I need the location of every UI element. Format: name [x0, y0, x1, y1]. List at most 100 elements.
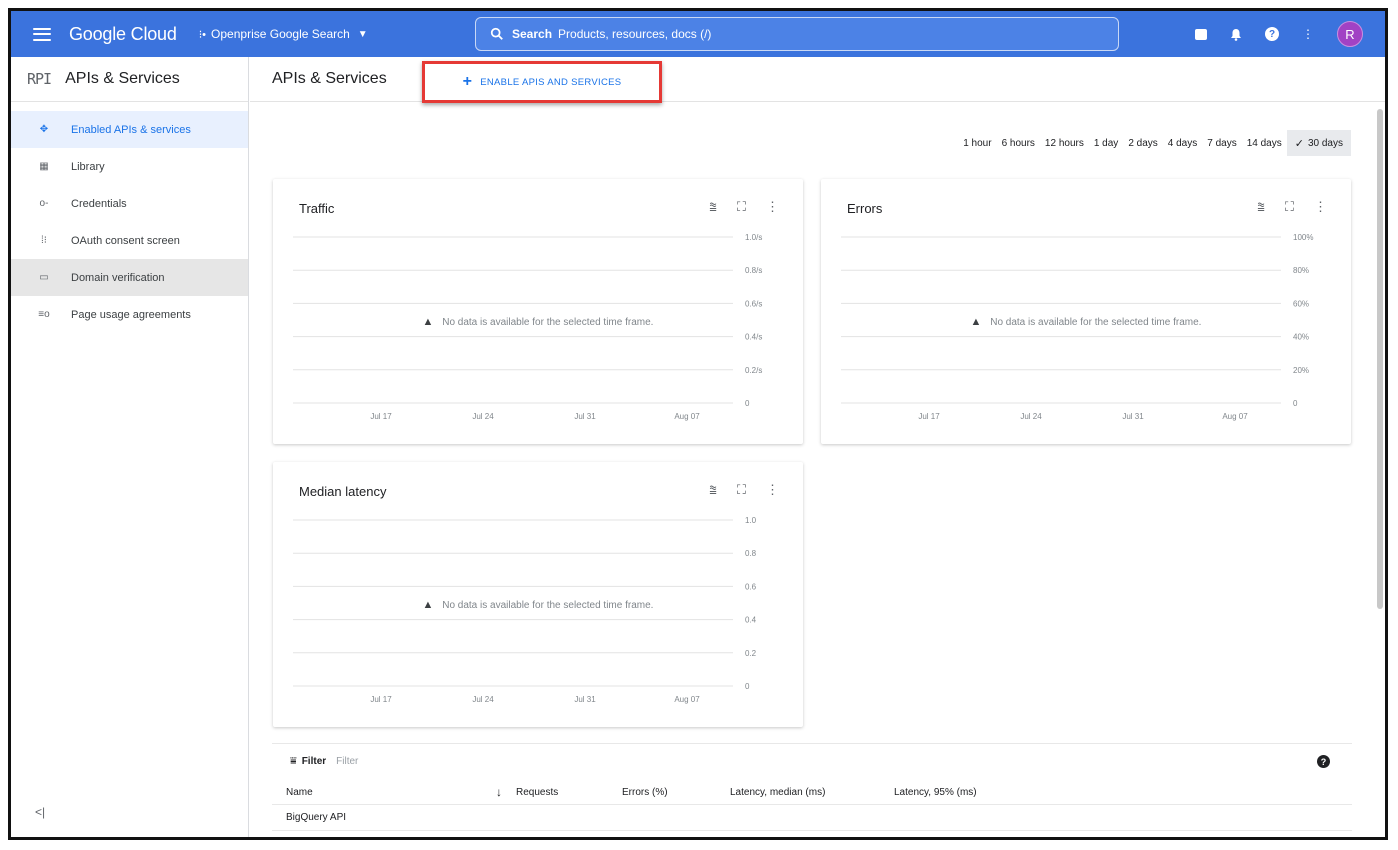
table-header: Name ↓ Requests Errors (%) Latency, medi… — [272, 779, 1352, 805]
sidebar-item-credentials[interactable]: o- Credentials — [11, 185, 248, 222]
y-tick-label: 80% — [1293, 266, 1309, 275]
no-data-message: ▲ No data is available for the selected … — [821, 316, 1351, 328]
column-header-requests[interactable]: Requests — [516, 787, 558, 798]
sidebar-item-page-usage[interactable]: ≡o Page usage agreements — [11, 296, 248, 333]
x-tick-label: Jul 24 — [472, 695, 494, 704]
sidebar-item-library[interactable]: ▦ Library — [11, 148, 248, 185]
sidebar-item-label: Credentials — [71, 197, 127, 210]
no-data-text: No data is available for the selected ti… — [442, 317, 654, 328]
sort-descending-icon[interactable]: ↓ — [496, 785, 502, 799]
menu-icon[interactable] — [33, 27, 51, 41]
column-header-errors[interactable]: Errors (%) — [622, 787, 668, 798]
key-icon: o- — [39, 198, 49, 209]
timeframe-2-days[interactable]: 2 days — [1123, 130, 1162, 156]
traffic-chart: 1.0/s 0.8/s 0.6/s 0.4/s 0.2/s 0 Jul 17 Jul 24 Ju… — [293, 233, 762, 421]
page-usage-icon: ≡o — [38, 309, 50, 320]
check-icon: ✓ — [1294, 137, 1304, 150]
more-vert-icon[interactable]: ⋮ — [766, 199, 779, 215]
cloud-shell-icon[interactable] — [1195, 28, 1207, 40]
filter-bar[interactable]: ⩸ Filter Filter ? — [272, 743, 1352, 779]
more-vert-icon[interactable]: ⋮ — [766, 482, 779, 498]
fullscreen-icon[interactable]: ⛶ — [737, 199, 746, 215]
top-bar: Google Cloud ⁝• Openprise Google Search … — [11, 11, 1385, 57]
legend-icon[interactable]: ⩰ — [1257, 199, 1265, 215]
y-tick-label: 100% — [1293, 233, 1313, 242]
y-tick-label: 0.2 — [745, 649, 757, 658]
search-input[interactable]: Search Products, resources, docs (/) — [475, 17, 1119, 51]
brand-logo[interactable]: Google Cloud — [69, 24, 177, 45]
help-icon[interactable]: ? — [1317, 755, 1330, 768]
card-title: Traffic — [299, 201, 335, 216]
main-header: APIs & Services — [250, 57, 1385, 102]
search-label: Search — [512, 27, 553, 41]
legend-icon[interactable]: ⩰ — [709, 482, 717, 498]
timeframe-6-hours[interactable]: 6 hours — [997, 130, 1040, 156]
median-latency-chart: 1.0 0.8 0.6 0.4 0.2 0 Jul 17 Jul 24 Jul 31 Aug 07 — [293, 516, 757, 704]
project-icon: ⁝• — [198, 28, 207, 41]
timeframe-30-days[interactable]: ✓ 30 days — [1286, 130, 1351, 156]
enable-apis-button[interactable]: + ENABLE APIS AND SERVICES — [422, 61, 662, 103]
timeframe-14-days[interactable]: 14 days — [1242, 130, 1287, 156]
filter-input[interactable]: Filter — [336, 756, 358, 767]
sidebar-item-enabled-apis[interactable]: ✥ Enabled APIs & services — [11, 111, 248, 148]
card-tools: ⩰ ⛶ ⋮ — [1257, 199, 1327, 215]
x-tick-label: Jul 17 — [370, 695, 392, 704]
x-tick-label: Jul 17 — [370, 412, 392, 421]
x-tick-label: Jul 24 — [472, 412, 494, 421]
no-data-text: No data is available for the selected ti… — [442, 600, 654, 611]
column-header-latency-95[interactable]: Latency, 95% (ms) — [894, 787, 977, 798]
errors-chart: 100% 80% 60% 40% 20% 0 Jul 17 Jul 24 Jul 31 Aug 0… — [841, 233, 1313, 421]
warning-icon: ▲ — [970, 316, 982, 328]
card-title: Median latency — [299, 484, 387, 499]
search-icon — [490, 27, 503, 40]
x-tick-label: Jul 31 — [1122, 412, 1144, 421]
column-header-name[interactable]: Name — [286, 787, 313, 798]
sidebar-item-oauth-consent[interactable]: ⁞⁝ OAuth consent screen — [11, 222, 248, 259]
x-tick-label: Aug 07 — [674, 412, 700, 421]
legend-icon[interactable]: ⩰ — [709, 199, 717, 215]
timeframe-4-days[interactable]: 4 days — [1163, 130, 1202, 156]
enabled-apis-icon: ✥ — [39, 124, 49, 135]
consent-icon: ⁞⁝ — [41, 235, 47, 246]
fullscreen-icon[interactable]: ⛶ — [1285, 199, 1294, 215]
x-tick-label: Aug 07 — [674, 695, 700, 704]
help-icon[interactable]: ? — [1265, 27, 1279, 41]
y-tick-label: 0 — [745, 682, 750, 691]
api-name[interactable]: BigQuery API — [286, 812, 346, 823]
sidebar-header: RPI APIs & Services — [11, 57, 248, 102]
y-tick-label: 20% — [1293, 366, 1309, 375]
more-vert-icon[interactable]: ⋮ — [1301, 27, 1315, 41]
apis-table: ⩸ Filter Filter ? Name ↓ Requests Errors… — [272, 743, 1352, 831]
search-placeholder: Products, resources, docs (/) — [558, 27, 712, 41]
column-header-latency-median[interactable]: Latency, median (ms) — [730, 787, 825, 798]
sidebar-item-domain-verification[interactable]: ▭ Domain verification — [11, 259, 248, 296]
x-tick-label: Jul 31 — [574, 695, 596, 704]
timeframe-12-hours[interactable]: 12 hours — [1040, 130, 1089, 156]
avatar[interactable]: R — [1337, 21, 1363, 47]
no-data-text: No data is available for the selected ti… — [990, 317, 1202, 328]
timeframe-1-day[interactable]: 1 day — [1089, 130, 1123, 156]
bell-icon[interactable] — [1229, 27, 1243, 41]
timeframe-1-hour[interactable]: 1 hour — [958, 130, 996, 156]
traffic-card: Traffic ⩰ ⛶ ⋮ 1.0/s 0.8/s 0.6/s 0.4/s 0.2/s 0… — [273, 179, 803, 444]
page-title: APIs & Services — [272, 70, 387, 87]
table-row[interactable]: BigQuery API — [272, 805, 1352, 831]
y-tick-label: 0.6 — [745, 582, 757, 591]
errors-card: Errors ⩰ ⛶ ⋮ 100% 80% 60% 40% 20% 0 Jul 17 Jul … — [821, 179, 1351, 444]
warning-icon: ▲ — [422, 599, 434, 611]
main-content: APIs & Services + ENABLE APIS AND SERVIC… — [250, 57, 1385, 837]
warning-icon: ▲ — [422, 316, 434, 328]
x-tick-label: Aug 07 — [1222, 412, 1248, 421]
collapse-sidebar-icon[interactable]: <| — [35, 805, 45, 819]
sidebar-title: APIs & Services — [65, 70, 180, 87]
timeframe-7-days[interactable]: 7 days — [1202, 130, 1241, 156]
enable-apis-label: ENABLE APIS AND SERVICES — [480, 76, 622, 88]
filter-icon: ⩸ — [290, 755, 297, 767]
project-name: Openprise Google Search — [211, 27, 350, 41]
y-tick-label: 0 — [745, 399, 750, 408]
fullscreen-icon[interactable]: ⛶ — [737, 482, 746, 498]
scrollbar[interactable] — [1377, 109, 1383, 609]
filter-label: Filter — [301, 756, 327, 767]
project-picker[interactable]: ⁝• Openprise Google Search ▼ — [199, 27, 368, 41]
more-vert-icon[interactable]: ⋮ — [1314, 199, 1327, 215]
